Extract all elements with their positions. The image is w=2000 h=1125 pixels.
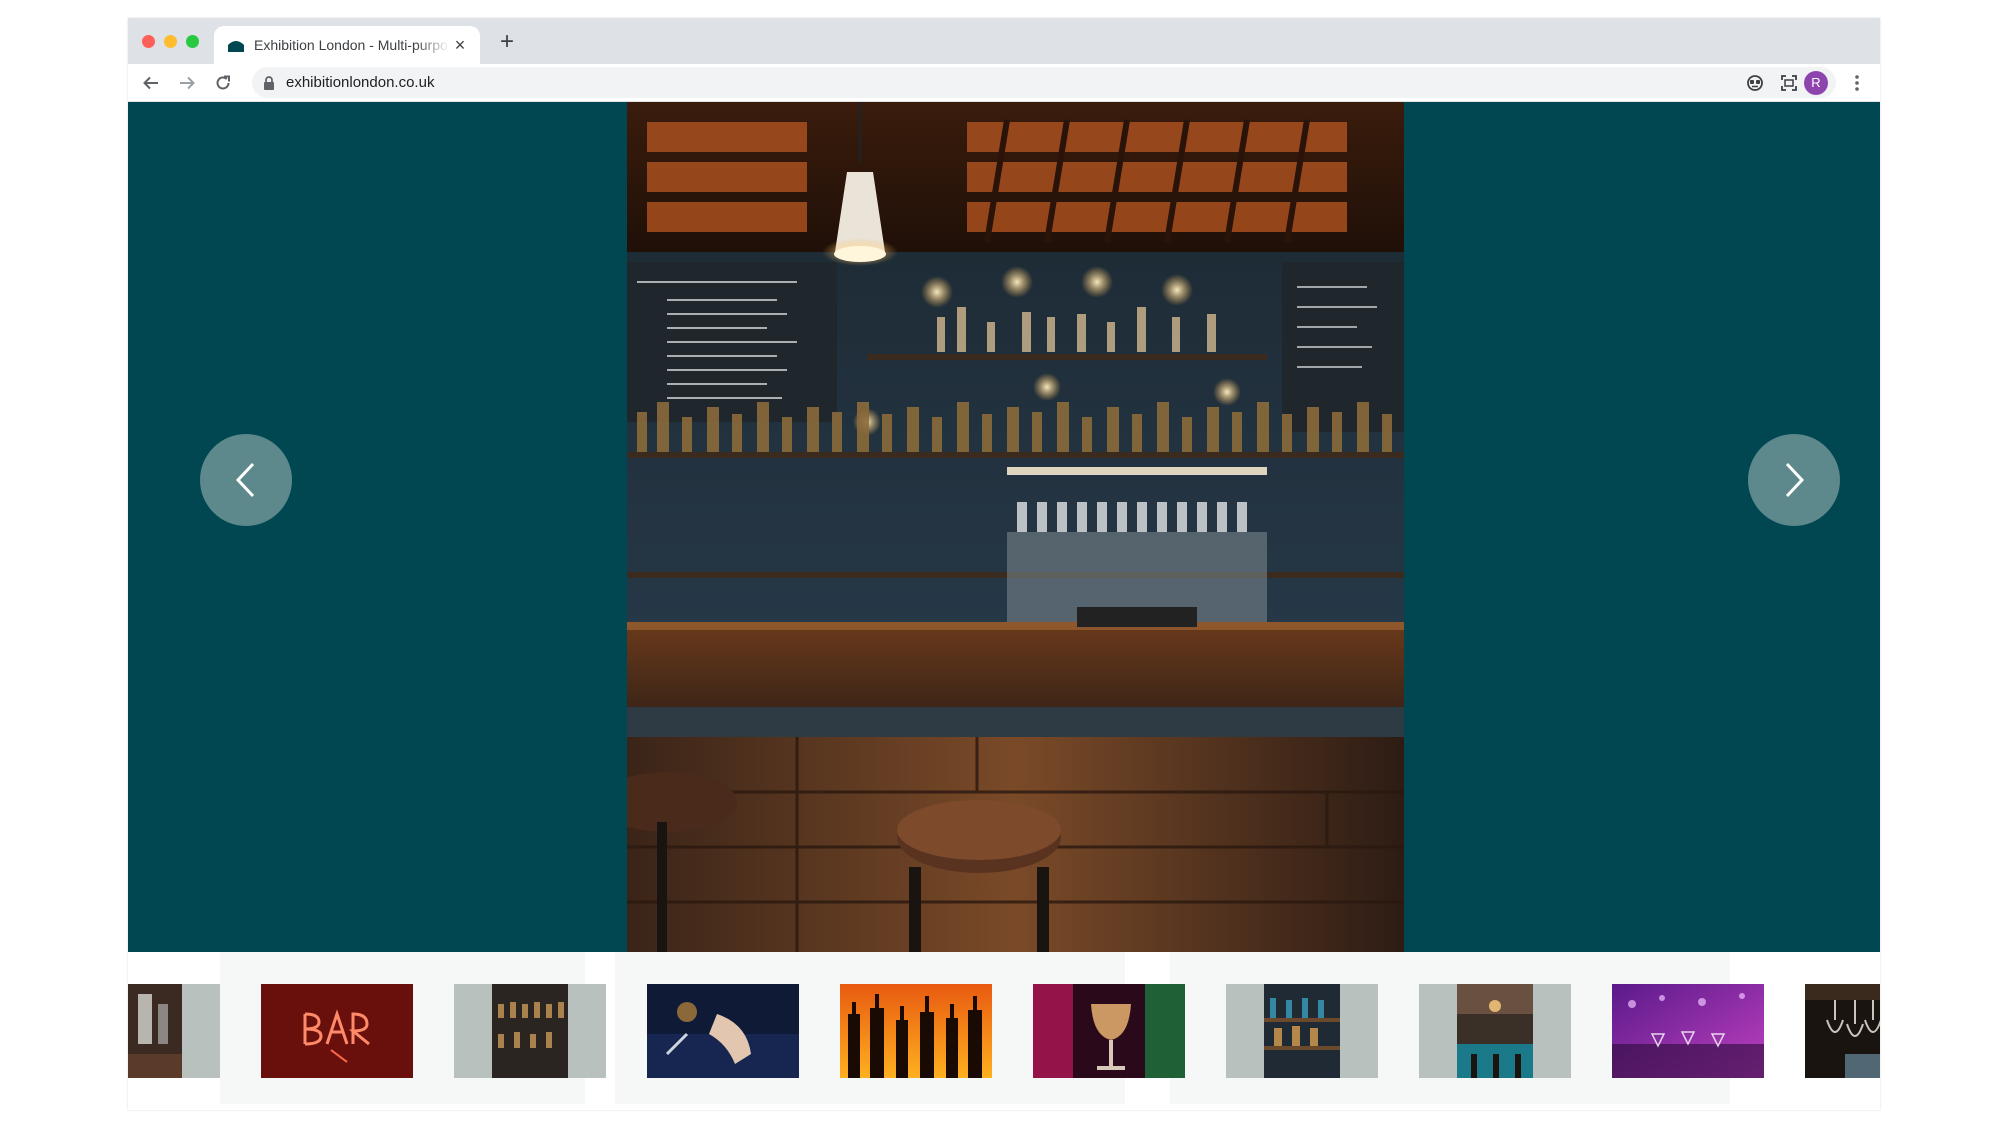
back-icon <box>143 76 158 90</box>
thumbnail-wine-glass-neon[interactable] <box>1033 984 1185 1078</box>
tab-close-icon[interactable]: × <box>450 35 470 55</box>
thumbnail-bar-counter-teal[interactable] <box>1419 984 1571 1078</box>
thumbnail-bar-back-shelf[interactable] <box>1226 984 1378 1078</box>
screen-capture-button[interactable] <box>1774 68 1804 98</box>
minimize-window-button[interactable] <box>164 35 177 48</box>
profile-avatar[interactable]: R <box>1804 71 1828 95</box>
thumbnail-cocktail-pouring[interactable] <box>647 984 799 1078</box>
thumbnail-purple-lounge[interactable] <box>1612 984 1764 1078</box>
tab-title: Exhibition London - Multi-purpose <box>254 37 450 53</box>
back-button[interactable] <box>136 68 166 98</box>
extension-icon <box>1747 75 1763 91</box>
new-tab-button[interactable]: + <box>494 30 520 56</box>
forward-icon <box>180 76 195 90</box>
url-text[interactable]: exhibitionlondon.co.uk <box>286 74 434 91</box>
forward-button[interactable] <box>172 68 202 98</box>
gallery-stage <box>128 102 1880 952</box>
tab-strip: Exhibition London - Multi-purpose × + <box>128 18 1880 64</box>
browser-window: Exhibition London - Multi-purpose × + ex… <box>128 18 1880 1110</box>
screen-capture-icon <box>1781 75 1797 91</box>
thumbnail-bar-tap-partial[interactable] <box>128 984 220 1078</box>
address-bar[interactable]: exhibitionlondon.co.uk <box>252 67 1836 98</box>
bar-counter-photo <box>627 102 1404 952</box>
reload-button[interactable] <box>208 68 238 98</box>
chevron-left-icon <box>235 462 255 498</box>
browser-menu-button[interactable] <box>1842 68 1872 98</box>
page-content <box>128 102 1880 1110</box>
browser-toolbar: exhibitionlondon.co.uk R <box>128 64 1880 102</box>
thumbnail-neon-bar-sign[interactable] <box>261 984 413 1078</box>
thumbnail-bottles-silhouette[interactable] <box>840 984 992 1078</box>
next-slide-button[interactable] <box>1748 434 1840 526</box>
chevron-right-icon <box>1785 462 1805 498</box>
reload-icon <box>216 75 230 90</box>
close-window-button[interactable] <box>142 35 155 48</box>
lock-icon <box>264 76 274 90</box>
extension-button[interactable] <box>1740 68 1770 98</box>
thumbnail-strip <box>128 952 1880 1110</box>
maximize-window-button[interactable] <box>186 35 199 48</box>
favicon-icon <box>228 41 244 52</box>
thumbnail-wine-glasses-hanging[interactable] <box>1805 984 1880 1078</box>
browser-tab[interactable]: Exhibition London - Multi-purpose × <box>214 26 480 64</box>
menu-icon <box>1855 75 1859 91</box>
thumbnail-dark-bar-shelves[interactable] <box>454 984 606 1078</box>
prev-slide-button[interactable] <box>200 434 292 526</box>
